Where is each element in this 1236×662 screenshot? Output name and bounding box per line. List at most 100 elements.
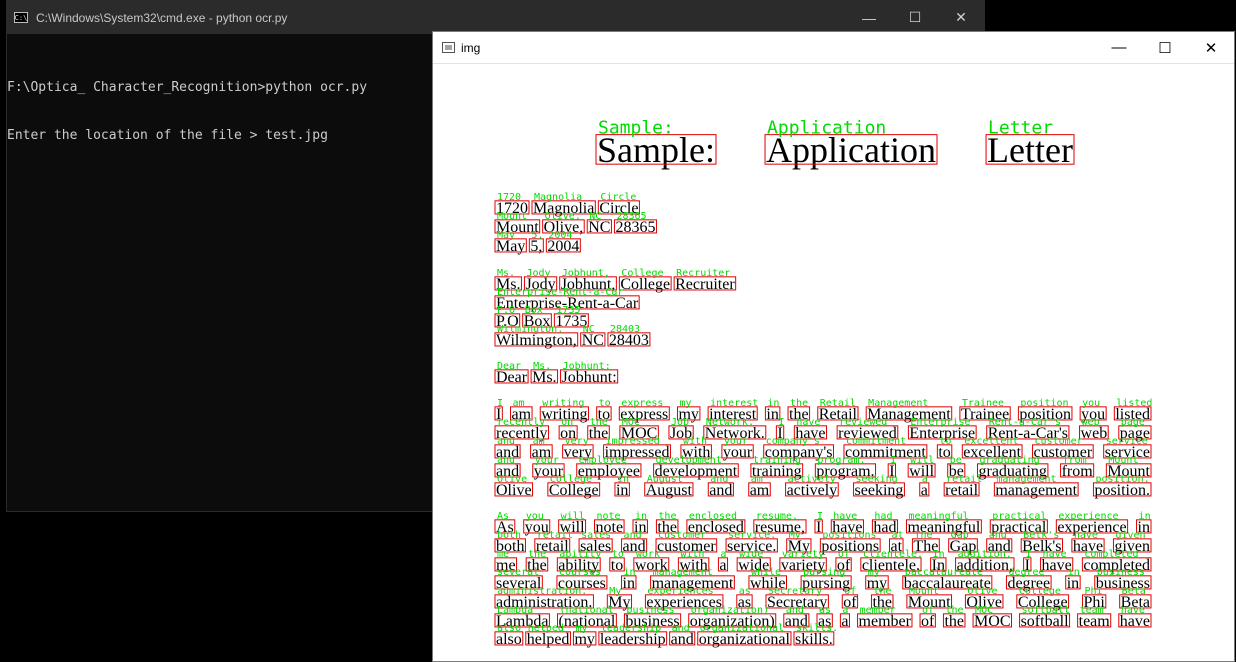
ocr-label: Magnolia [534, 192, 582, 203]
ocr-label: program. [817, 455, 865, 466]
ocr-label: my [575, 623, 587, 634]
ocr-label: helped [528, 623, 564, 634]
ocr-label: 28403 [610, 324, 640, 335]
ocr-label: positions [822, 530, 876, 541]
ocr-label: Phi [1084, 586, 1102, 597]
ocr-label: to [939, 436, 951, 447]
ocr-image-canvas: Sample: Sample: Application Application Lett… [433, 64, 1234, 661]
ocr-label: interest [710, 398, 758, 409]
ocr-label: the [873, 586, 891, 597]
ocr-label: Ms. [533, 361, 551, 372]
ocr-label: Rent-a-Car's [989, 417, 1061, 428]
cmd-icon: C:\ [14, 12, 28, 23]
cmd-title-bar[interactable]: C:\ C:\Windows\System32\cmd.exe - python… [7, 1, 984, 34]
ocr-label: position [1020, 398, 1068, 409]
ocr-label: with [680, 549, 704, 560]
ocr-label: have [1043, 549, 1067, 560]
ocr-label: May [497, 230, 515, 241]
cmd-minimize-button[interactable]: — [846, 1, 892, 34]
cmd-window-title: C:\Windows\System32\cmd.exe - python ocr… [36, 10, 288, 25]
ocr-label: Ms. [497, 268, 515, 279]
ocr-label: from [1063, 455, 1087, 466]
ocr-label: resume, [756, 511, 798, 522]
img-window[interactable]: img — ☐ ✕ Sample: Sample: Application Appli… [432, 31, 1235, 662]
ocr-label: the [590, 417, 608, 428]
ocr-label: and [786, 605, 804, 616]
ocr-label: also [497, 623, 521, 634]
ocr-label: My [789, 530, 801, 541]
ocr-label: position. [1095, 474, 1149, 485]
ocr-label: actively [788, 474, 836, 485]
ocr-label: administration. [497, 586, 587, 597]
cmd-close-button[interactable]: ✕ [938, 1, 984, 34]
ocr-label: practical [992, 511, 1046, 522]
ocr-label: degree [1008, 567, 1044, 578]
ocr-label: the [528, 549, 546, 560]
img-minimize-button[interactable]: — [1096, 32, 1142, 63]
ocr-label: express [621, 398, 663, 409]
ocr-label: wide [739, 549, 763, 560]
ocr-label: experiences [647, 586, 713, 597]
ocr-label: team [1080, 605, 1104, 616]
ocr-label: softball [1022, 605, 1070, 616]
ocr-label: Secretary [768, 586, 822, 597]
img-maximize-button[interactable]: ☐ [1142, 32, 1188, 63]
ocr-label: 5, [531, 230, 543, 241]
ocr-label: Dear [497, 361, 521, 372]
ocr-label: Belk's [1023, 530, 1059, 541]
ocr-label: Mount [1108, 455, 1138, 466]
ocr-label: service. [728, 530, 776, 541]
ocr-label: enclosed [689, 511, 737, 522]
ocr-label: in [1068, 567, 1080, 578]
ocr-label: as [819, 605, 831, 616]
ocr-label: addition, [958, 549, 1012, 560]
cmd-maximize-button[interactable]: ☐ [892, 1, 938, 34]
ocr-label: and [497, 436, 515, 447]
ocr-label: the [790, 398, 808, 409]
ocr-label: 2004 [548, 230, 572, 241]
ocr-label: in [624, 567, 636, 578]
ocr-label: am [533, 436, 545, 447]
ocr-label: Job [671, 417, 689, 428]
ocr-label: me [497, 549, 509, 560]
ocr-label: reviewed [839, 417, 887, 428]
ocr-label: a [922, 474, 928, 485]
ocr-label: Olive, [545, 211, 581, 222]
ocr-label: organizational [700, 623, 784, 634]
ocr-label: commitment [846, 436, 906, 447]
ocr-label: NC [583, 324, 595, 335]
ocr-label: on [561, 417, 573, 428]
ocr-label: College [550, 474, 592, 485]
ocr-label: in [617, 474, 629, 485]
ocr-label: both [497, 530, 521, 541]
ocr-label: 1720 [497, 192, 521, 203]
ocr-label: my [679, 398, 691, 409]
ocr-label: the [945, 605, 963, 616]
ocr-label: while [751, 567, 781, 578]
ocr-label: management [653, 567, 713, 578]
ocr-label: Gap [951, 530, 969, 541]
img-close-button[interactable]: ✕ [1188, 32, 1234, 63]
ocr-label: In [933, 549, 945, 560]
ocr-label: am [513, 398, 525, 409]
ocr-label: Jobhunt: [563, 361, 611, 372]
img-title-bar[interactable]: img — ☐ ✕ [433, 32, 1234, 64]
ocr-label: retail [946, 474, 982, 485]
ocr-label: your [535, 455, 559, 466]
ocr-label: management [996, 474, 1056, 485]
ocr-label: I [497, 398, 503, 409]
ocr-label: MOC [622, 417, 640, 428]
ocr-label: a [720, 549, 726, 560]
ocr-label: had [874, 511, 892, 522]
ocr-label: Letter [988, 118, 1053, 139]
ocr-label: clientele. [863, 549, 923, 560]
ocr-label: NC [589, 211, 601, 222]
ocr-label: College [1019, 586, 1061, 597]
ocr-label: experience [1058, 511, 1118, 522]
ocr-label: Enterprise-Rent-a-Car [497, 287, 623, 298]
ocr-label: am [751, 474, 763, 485]
ocr-label: Recruiter [676, 268, 730, 279]
ocr-label: MOC [975, 605, 993, 616]
ocr-label: customer [658, 530, 706, 541]
ocr-label: 28365 [616, 211, 646, 222]
